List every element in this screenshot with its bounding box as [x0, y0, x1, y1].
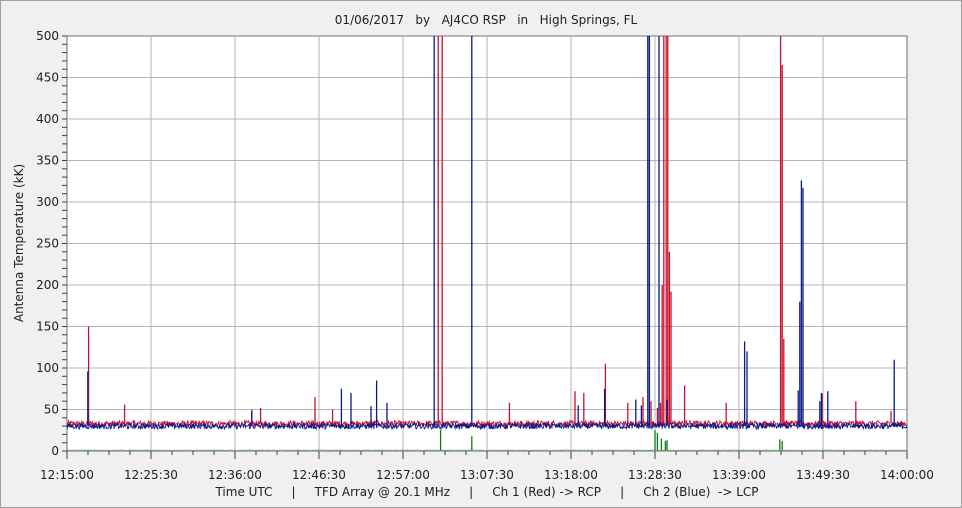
- x-tick-label: 14:00:00: [880, 468, 934, 482]
- x-tick-label: 13:18:00: [544, 468, 598, 482]
- y-tick-label: 350: [36, 154, 59, 168]
- y-tick-label: 500: [36, 29, 59, 43]
- x-tick-label: 13:49:30: [796, 468, 850, 482]
- y-tick-label: 100: [36, 361, 59, 375]
- y-tick-label: 150: [36, 320, 59, 334]
- y-axis-label: Antenna Temperature (kK): [12, 164, 26, 322]
- x-tick-label: 13:39:00: [712, 468, 766, 482]
- chart: 01/06/2017 by AJ4CO RSP in High Springs,…: [12, 13, 934, 499]
- y-tick-label: 300: [36, 195, 59, 209]
- x-tick-label: 12:36:00: [208, 468, 262, 482]
- y-tick-label: 0: [51, 444, 59, 458]
- y-tick-label: 250: [36, 237, 59, 251]
- y-tick-label: 200: [36, 278, 59, 292]
- x-tick-label: 13:07:30: [460, 468, 514, 482]
- y-tick-label: 450: [36, 71, 59, 85]
- x-tick-label: 13:28:30: [628, 468, 682, 482]
- chart-window: 01/06/2017 by AJ4CO RSP in High Springs,…: [0, 0, 962, 508]
- x-tick-label: 12:46:30: [292, 468, 346, 482]
- x-tick-label: 12:15:00: [40, 468, 94, 482]
- x-tick-label: 12:25:30: [124, 468, 178, 482]
- y-tick-label: 400: [36, 112, 59, 126]
- y-tick-label: 50: [44, 403, 59, 417]
- chart-title: 01/06/2017 by AJ4CO RSP in High Springs,…: [335, 13, 638, 27]
- x-axis-label: Time UTC | TFD Array @ 20.1 MHz | Ch 1 (…: [214, 485, 758, 499]
- x-tick-label: 12:57:00: [376, 468, 430, 482]
